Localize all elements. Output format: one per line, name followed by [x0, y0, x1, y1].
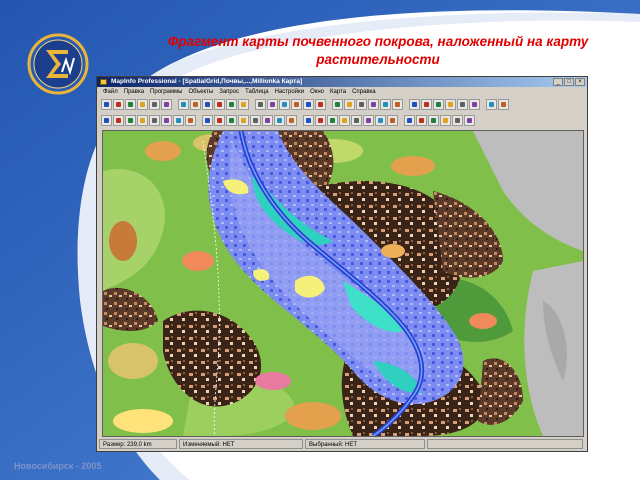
toolbar-button[interactable] [332, 99, 343, 110]
maximize-button[interactable]: □ [564, 78, 574, 86]
toolbar-button[interactable] [404, 115, 415, 126]
toolbar-button[interactable] [267, 99, 278, 110]
toolbar-button[interactable] [202, 99, 213, 110]
toolbar-button[interactable] [137, 99, 148, 110]
toolbar-button[interactable] [125, 115, 136, 126]
toolbar-button[interactable] [428, 115, 439, 126]
toolbar-button[interactable] [375, 115, 386, 126]
toolbar-button[interactable] [464, 115, 475, 126]
toolbar-button[interactable] [255, 99, 266, 110]
toolbar-button[interactable] [469, 99, 480, 110]
toolbar-button[interactable] [368, 99, 379, 110]
toolbar-button[interactable] [486, 99, 497, 110]
toolbar-button[interactable] [363, 115, 374, 126]
toolbar-button[interactable] [226, 115, 237, 126]
toolbar-button[interactable] [445, 99, 456, 110]
status-bar: Размер: 239,0 km Изменяемый: НЕТ Выбранн… [99, 439, 585, 449]
toolbar-button[interactable] [351, 115, 362, 126]
toolbar-button[interactable] [457, 99, 468, 110]
menu-options[interactable]: Настройки [275, 87, 304, 97]
toolbar-button[interactable] [274, 115, 285, 126]
toolbar-button[interactable] [214, 115, 225, 126]
close-button[interactable]: × [575, 78, 585, 86]
toolbar-button[interactable] [149, 99, 160, 110]
menu-file[interactable]: Файл [103, 87, 118, 97]
toolbar-button[interactable] [113, 115, 124, 126]
toolbar-button[interactable] [452, 115, 463, 126]
status-edited: Изменяемый: НЕТ [179, 439, 303, 449]
slide-title: Фрагмент карты почвенного покрова, налож… [167, 34, 589, 67]
status-size: Размер: 239,0 km [99, 439, 177, 449]
toolbar-button[interactable] [440, 115, 451, 126]
toolbar-button[interactable] [433, 99, 444, 110]
window-titlebar[interactable]: MapInfo Professional - [SpatialGrid,Почв… [97, 77, 587, 87]
toolbar-button[interactable] [262, 115, 273, 126]
menu-map[interactable]: Карта [330, 87, 346, 97]
toolbar-button[interactable] [315, 115, 326, 126]
toolbar-button[interactable] [125, 99, 136, 110]
toolbar-button[interactable] [339, 115, 350, 126]
toolbar-button[interactable] [238, 99, 249, 110]
toolbar-button[interactable] [250, 115, 261, 126]
toolbar-button[interactable] [416, 115, 427, 126]
toolbar-button[interactable] [291, 99, 302, 110]
toolbar-button[interactable] [315, 99, 326, 110]
toolbar-button[interactable] [392, 99, 403, 110]
toolbar-button[interactable] [149, 115, 160, 126]
menu-bar: Файл Правка Программы Объекты Запрос Таб… [97, 87, 587, 97]
standard-toolbar [99, 98, 585, 112]
toolbar-button[interactable] [327, 115, 338, 126]
menu-window[interactable]: Окно [310, 87, 324, 97]
toolbar-button[interactable] [356, 99, 367, 110]
soil-vegetation-map[interactable] [103, 131, 583, 436]
toolbar-button[interactable] [226, 99, 237, 110]
mapinfo-window: MapInfo Professional - [SpatialGrid,Почв… [96, 76, 588, 452]
menu-table[interactable]: Таблица [245, 87, 269, 97]
toolbar-button[interactable] [190, 99, 201, 110]
window-title: MapInfo Professional - [SpatialGrid,Почв… [111, 78, 303, 85]
toolbar-button[interactable] [380, 99, 391, 110]
toolbar-button[interactable] [238, 115, 249, 126]
toolbar-button[interactable] [101, 99, 112, 110]
toolbar-button[interactable] [161, 99, 172, 110]
toolbar-button[interactable] [101, 115, 112, 126]
menu-objects[interactable]: Объекты [188, 87, 213, 97]
footer-text: Новосибирск - 2005 [14, 461, 102, 471]
toolbar-button[interactable] [185, 115, 196, 126]
toolbar-button[interactable] [421, 99, 432, 110]
logo-sigma-icon [27, 33, 89, 95]
menu-programs[interactable]: Программы [150, 87, 182, 97]
toolbar-button[interactable] [409, 99, 420, 110]
status-empty [427, 439, 583, 449]
menu-help[interactable]: Справка [352, 87, 376, 97]
toolbar-button[interactable] [279, 99, 290, 110]
toolbar-button[interactable] [202, 115, 213, 126]
map-window[interactable] [102, 130, 584, 437]
toolbar-button[interactable] [344, 99, 355, 110]
toolbar-button[interactable] [214, 99, 225, 110]
toolbar-button[interactable] [113, 99, 124, 110]
toolbar-button[interactable] [303, 99, 314, 110]
main-toolbar [99, 114, 585, 128]
status-selected: Выбранный: НЕТ [305, 439, 425, 449]
toolbar-button[interactable] [173, 115, 184, 126]
toolbar-button[interactable] [137, 115, 148, 126]
mapinfo-app-icon [100, 79, 107, 85]
toolbar-button[interactable] [178, 99, 189, 110]
toolbar-button[interactable] [161, 115, 172, 126]
toolbar-button[interactable] [286, 115, 297, 126]
toolbar-button[interactable] [387, 115, 398, 126]
minimize-button[interactable]: _ [553, 78, 563, 86]
menu-edit[interactable]: Правка [124, 87, 144, 97]
toolbar-button[interactable] [303, 115, 314, 126]
menu-query[interactable]: Запрос [219, 87, 239, 97]
toolbar-button[interactable] [498, 99, 509, 110]
